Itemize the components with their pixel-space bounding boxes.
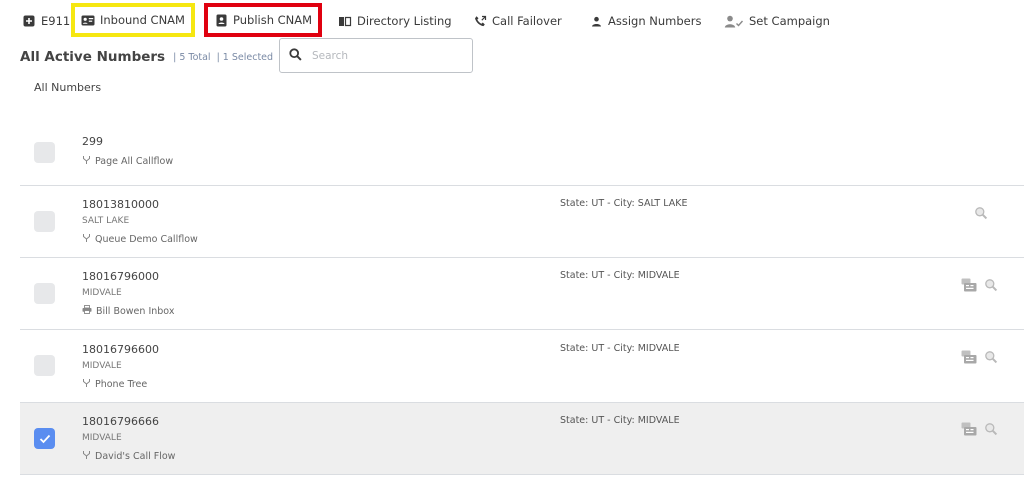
call-failover-label: Call Failover — [492, 14, 562, 28]
search-input[interactable] — [312, 49, 452, 62]
phone-forward-icon — [473, 14, 487, 28]
fax-icon[interactable] — [961, 278, 977, 292]
printer-icon — [82, 305, 92, 317]
e911-button[interactable]: E911 — [22, 8, 70, 34]
phone-number: 18016796000 — [82, 270, 159, 283]
city-label: SALT LAKE — [82, 216, 130, 226]
callflow-link[interactable]: Queue Demo Callflow — [82, 233, 198, 245]
city-label: MIDVALE — [82, 433, 122, 443]
city-label: MIDVALE — [82, 361, 122, 371]
fax-icon[interactable] — [961, 422, 977, 436]
page-title: All Active Numbers — [20, 49, 166, 65]
list-header: All Active Numbers | 5 Total | 1 Selecte… — [20, 46, 273, 68]
contact-card-icon — [214, 13, 228, 27]
person-check-icon — [724, 14, 744, 28]
row-checkbox[interactable] — [34, 142, 55, 163]
state-city-info: State: UT - City: MIDVALE — [560, 270, 680, 281]
branch-icon — [82, 450, 91, 462]
book-icon — [338, 14, 352, 28]
table-row[interactable]: 18016796600 MIDVALE Phone Tree State: UT… — [20, 330, 1024, 403]
city-label: MIDVALE — [82, 288, 122, 298]
row-checkbox[interactable] — [34, 283, 55, 304]
directory-listing-label: Directory Listing — [357, 14, 452, 28]
table-row-selected[interactable]: 18016796666 MIDVALE David's Call Flow St… — [20, 403, 1024, 475]
branch-icon — [82, 233, 91, 245]
row-checkbox-checked[interactable] — [34, 428, 55, 449]
phone-number: 18016796666 — [82, 415, 159, 428]
row-checkbox[interactable] — [34, 355, 55, 376]
lookup-icon[interactable] — [974, 206, 988, 220]
inbound-cnam-label: Inbound CNAM — [100, 13, 185, 27]
toolbar: E911 Inbound CNAM Publish CNAM Directory… — [0, 0, 1024, 42]
state-city-info: State: UT - City: MIDVALE — [560, 415, 680, 426]
publish-cnam-label: Publish CNAM — [233, 13, 313, 27]
table-row[interactable]: 18013810000 SALT LAKE Queue Demo Callflo… — [20, 186, 1024, 258]
callflow-label: David's Call Flow — [95, 450, 176, 462]
search-box[interactable] — [279, 38, 473, 73]
callflow-link[interactable]: Bill Bowen Inbox — [82, 305, 174, 317]
row-checkbox[interactable] — [34, 211, 55, 232]
callflow-label: Page All Callflow — [95, 155, 174, 167]
table-row[interactable]: 299 Page All Callflow — [20, 116, 1024, 186]
branch-icon — [82, 378, 91, 390]
state-city-info: State: UT - City: SALT LAKE — [560, 198, 688, 209]
assign-numbers-label: Assign Numbers — [608, 14, 702, 28]
set-campaign-button[interactable]: Set Campaign — [724, 8, 830, 34]
table-row[interactable]: 18016796000 MIDVALE Bill Bowen Inbox Sta… — [20, 258, 1024, 330]
selected-count: | 1 Selected — [216, 51, 274, 63]
checkmark-icon — [39, 434, 50, 443]
callflow-label: Phone Tree — [95, 378, 148, 390]
assign-numbers-button[interactable]: Assign Numbers — [589, 8, 701, 34]
inbound-cnam-button[interactable]: Inbound CNAM — [71, 3, 195, 37]
plus-box-icon — [22, 14, 36, 28]
phone-number: 18016796600 — [82, 343, 159, 356]
call-failover-button[interactable]: Call Failover — [473, 8, 562, 34]
callflow-label: Queue Demo Callflow — [95, 233, 198, 245]
callflow-link[interactable]: David's Call Flow — [82, 450, 175, 462]
callflow-label: Bill Bowen Inbox — [96, 305, 175, 317]
fax-icon[interactable] — [961, 350, 977, 364]
e911-label: E911 — [41, 14, 71, 28]
set-campaign-label: Set Campaign — [749, 14, 830, 28]
callflow-link[interactable]: Phone Tree — [82, 378, 147, 390]
state-city-info: State: UT - City: MIDVALE — [560, 343, 680, 354]
lookup-icon[interactable] — [984, 278, 998, 292]
lookup-icon[interactable] — [984, 422, 998, 436]
search-icon — [289, 46, 302, 65]
section-label: All Numbers — [34, 81, 102, 94]
phone-number: 18013810000 — [82, 198, 159, 211]
phone-number: 299 — [82, 135, 103, 148]
branch-icon — [82, 155, 91, 167]
id-card-icon — [81, 13, 95, 27]
person-icon — [589, 14, 603, 28]
total-count: | 5 Total — [173, 51, 211, 63]
callflow-link[interactable]: Page All Callflow — [82, 155, 173, 167]
publish-cnam-button[interactable]: Publish CNAM — [204, 3, 323, 37]
directory-listing-button[interactable]: Directory Listing — [338, 8, 452, 34]
lookup-icon[interactable] — [984, 350, 998, 364]
